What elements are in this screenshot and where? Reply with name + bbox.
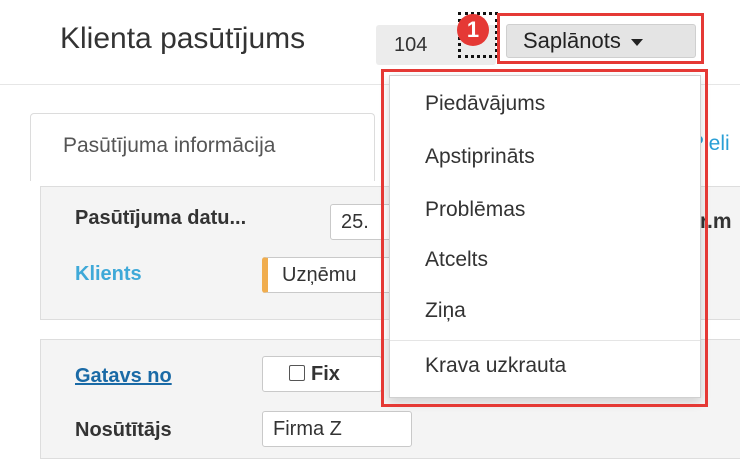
status-option-piedavajums[interactable]: Piedāvājums [425, 92, 545, 116]
fix-checkbox-field[interactable]: Fix [262, 356, 382, 392]
status-option-krava-uzkrauta[interactable]: Krava uzkrauta [425, 354, 566, 378]
fix-checkbox[interactable] [289, 365, 305, 381]
fix-label: Fix [311, 363, 340, 385]
status-option-atcelts[interactable]: Atcelts [425, 248, 488, 272]
sender-input[interactable]: Firma Z [262, 411, 412, 447]
client-label[interactable]: Klients [75, 263, 142, 286]
status-option-problemas[interactable]: Problēmas [425, 198, 525, 222]
ready-from-link[interactable]: Gatavs no [75, 365, 172, 388]
annotation-marker-badge: 1 [457, 14, 489, 46]
status-option-zina[interactable]: Ziņa [425, 299, 466, 323]
sender-label: Nosūtītājs [75, 419, 172, 441]
status-highlight-outline [497, 13, 704, 64]
menu-divider [390, 340, 700, 341]
tab-order-info[interactable]: Pasūtījuma informācija [30, 113, 375, 181]
page-title: Klienta pasūtījums [60, 22, 306, 55]
status-option-apstiprinats[interactable]: Apstiprināts [425, 145, 535, 169]
order-date-label: Pasūtījuma datu... [75, 207, 247, 229]
